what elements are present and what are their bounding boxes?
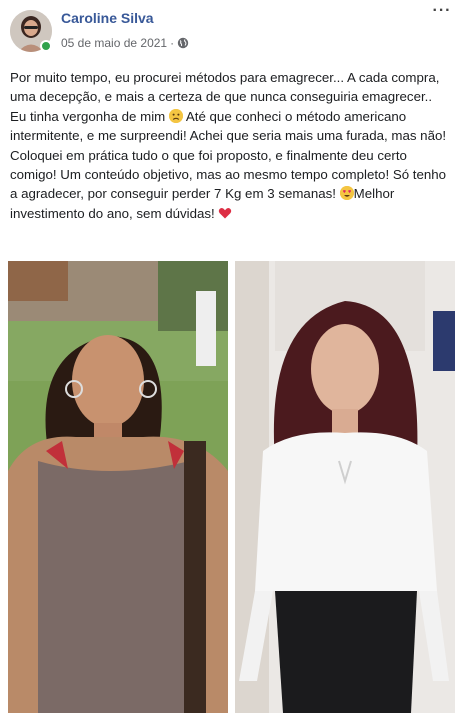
online-status-indicator — [40, 40, 52, 52]
after-photo[interactable] — [235, 261, 455, 713]
red-heart-emoji — [218, 206, 232, 220]
post-header: Caroline Silva 05 de maio de 2021 · ··· — [0, 0, 463, 60]
after-photo-image — [235, 261, 455, 713]
post-meta: 05 de maio de 2021 · — [61, 36, 189, 50]
sad-face-emoji — [168, 108, 183, 123]
post-text: Por muito tempo, eu procurei métodos par… — [10, 68, 450, 223]
post-photos — [8, 261, 455, 713]
globe-icon[interactable] — [177, 37, 189, 49]
heart-eyes-emoji — [339, 186, 354, 201]
author-name[interactable]: Caroline Silva — [61, 10, 154, 26]
post-date[interactable]: 05 de maio de 2021 — [61, 36, 167, 50]
before-photo[interactable] — [8, 261, 228, 713]
meta-separator: · — [170, 36, 175, 50]
facebook-post: Caroline Silva 05 de maio de 2021 · ··· … — [0, 0, 463, 713]
more-options-button[interactable]: ··· — [429, 3, 455, 24]
before-photo-image — [8, 261, 228, 713]
